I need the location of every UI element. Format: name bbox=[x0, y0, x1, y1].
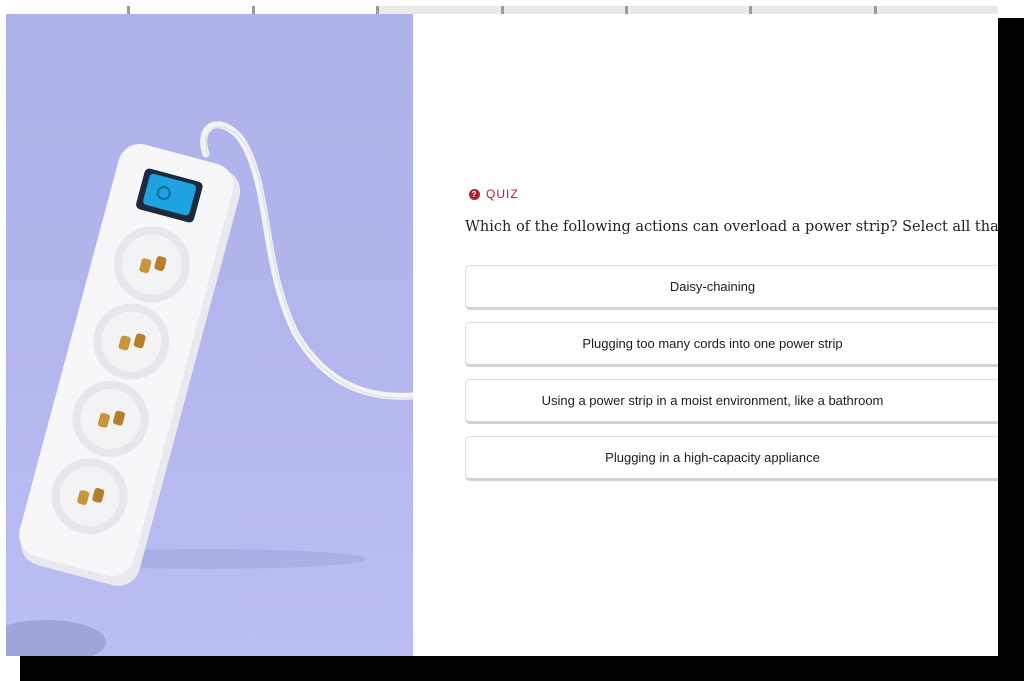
progress-bar bbox=[6, 6, 998, 14]
quiz-panel: ? QUIZ Which of the following actions ca… bbox=[413, 14, 1024, 656]
power-strip-image bbox=[6, 14, 413, 656]
quiz-question: Which of the following actions can overl… bbox=[465, 219, 1024, 235]
progress-segment bbox=[130, 6, 252, 14]
answer-option-too-many-cords[interactable]: Plugging too many cords into one power s… bbox=[465, 322, 1005, 367]
progress-segment bbox=[254, 6, 377, 14]
progress-segment bbox=[876, 6, 998, 14]
quiz-tag: ? QUIZ bbox=[469, 187, 519, 201]
question-mark-icon: ? bbox=[469, 188, 480, 200]
progress-segment bbox=[752, 6, 874, 14]
progress-segment bbox=[503, 6, 625, 14]
answer-option-high-capacity-appliance[interactable]: Plugging in a high-capacity appliance bbox=[465, 436, 1005, 481]
answer-option-moist-environment[interactable]: Using a power strip in a moist environme… bbox=[465, 379, 1005, 424]
power-strip-illustration bbox=[6, 121, 413, 656]
window-shadow bbox=[998, 18, 1024, 681]
progress-segment bbox=[627, 6, 750, 14]
quiz-window: ? QUIZ Which of the following actions ca… bbox=[0, 0, 1024, 681]
answer-option-daisy-chaining[interactable]: Daisy-chaining bbox=[465, 265, 1005, 310]
window-shadow bbox=[20, 656, 1024, 681]
quiz-tag-label: QUIZ bbox=[486, 187, 519, 201]
progress-segment bbox=[379, 6, 501, 14]
answer-options: Daisy-chaining Plugging too many cords i… bbox=[465, 265, 1005, 493]
progress-segment bbox=[6, 6, 128, 14]
